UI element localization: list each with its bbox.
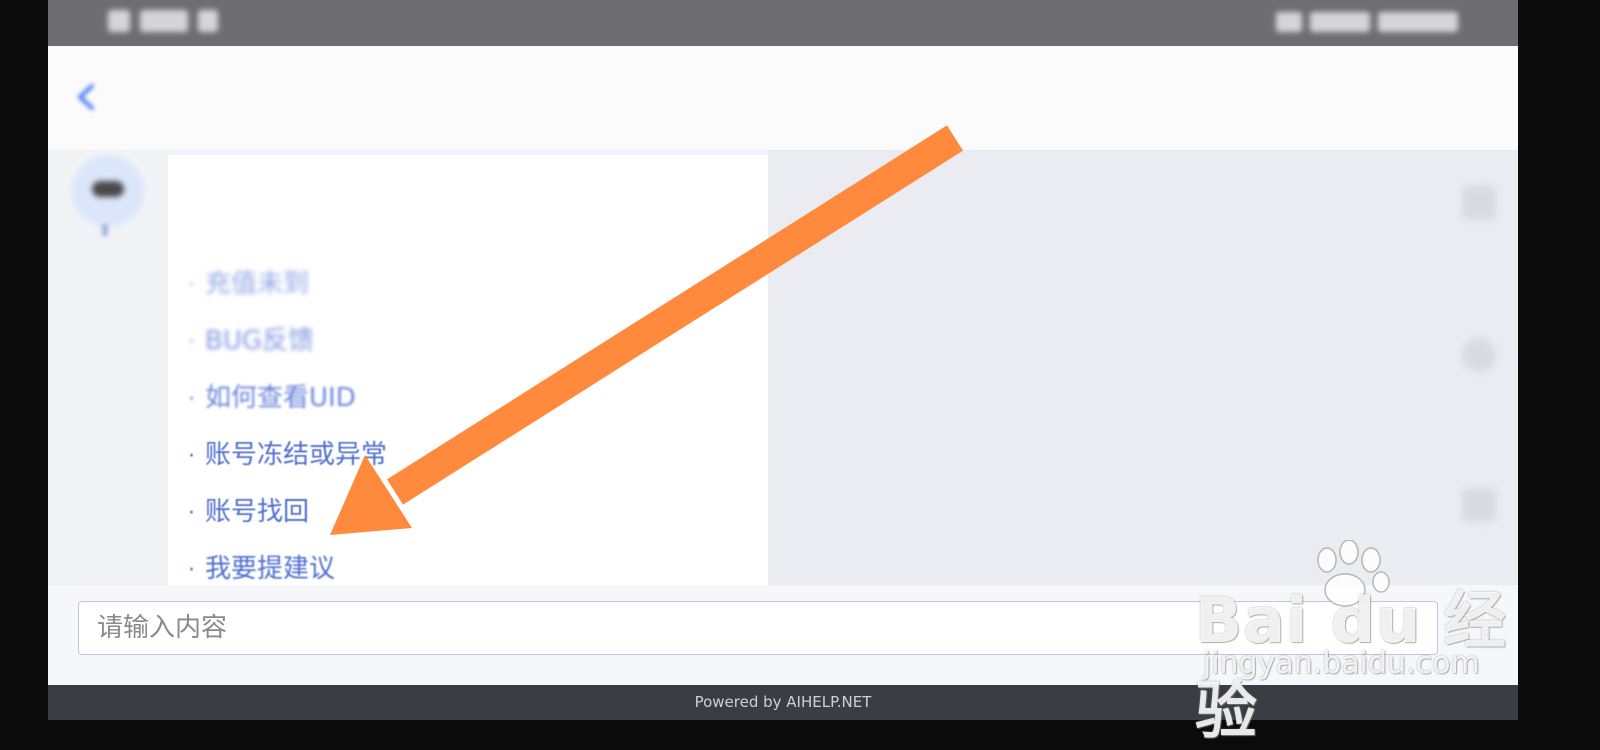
bot-avatar — [72, 155, 144, 227]
faq-option[interactable]: · 账号冻结或异常 — [188, 434, 387, 471]
message-input[interactable] — [78, 601, 1438, 655]
bullet-dot: · — [188, 387, 195, 412]
app-screen: · 充值未到 · BUG反馈 · 如何查看UID · 账号冻结或异常 · 账号找回 · 我要… — [48, 0, 1518, 720]
chat-header — [48, 46, 1518, 150]
chat-empty-area — [768, 150, 1518, 585]
bullet-dot: · — [188, 273, 195, 298]
bullet-dot: · — [188, 444, 195, 469]
powered-by-text: Powered by AIHELP.NET — [694, 693, 872, 711]
side-window-icon[interactable] — [1462, 186, 1496, 220]
faq-option[interactable]: · BUG反馈 — [188, 320, 314, 357]
status-right-indicators — [1276, 12, 1458, 32]
bullet-dot: · — [188, 558, 195, 583]
bullet-dot: · — [188, 501, 195, 526]
bot-message-bubble: · 充值未到 · BUG反馈 · 如何查看UID · 账号冻结或异常 · 账号找回 · 我要… — [168, 155, 768, 585]
side-circle-icon[interactable] — [1462, 338, 1496, 372]
bullet-dot: · — [188, 330, 195, 355]
back-arrow-icon[interactable] — [72, 82, 102, 112]
faq-option-account-recovery[interactable]: · 账号找回 — [188, 491, 309, 528]
status-bar — [48, 0, 1518, 46]
faq-option[interactable]: · 如何查看UID — [188, 377, 356, 414]
status-left-indicators — [108, 10, 218, 32]
composer-bar — [48, 585, 1518, 685]
avatar-status-dot — [102, 224, 108, 236]
faq-option[interactable]: · 我要提建议 — [188, 548, 335, 585]
footer: Powered by AIHELP.NET — [48, 685, 1518, 720]
faq-option[interactable]: · 充值未到 — [188, 263, 309, 300]
side-share-icon[interactable] — [1462, 488, 1496, 522]
